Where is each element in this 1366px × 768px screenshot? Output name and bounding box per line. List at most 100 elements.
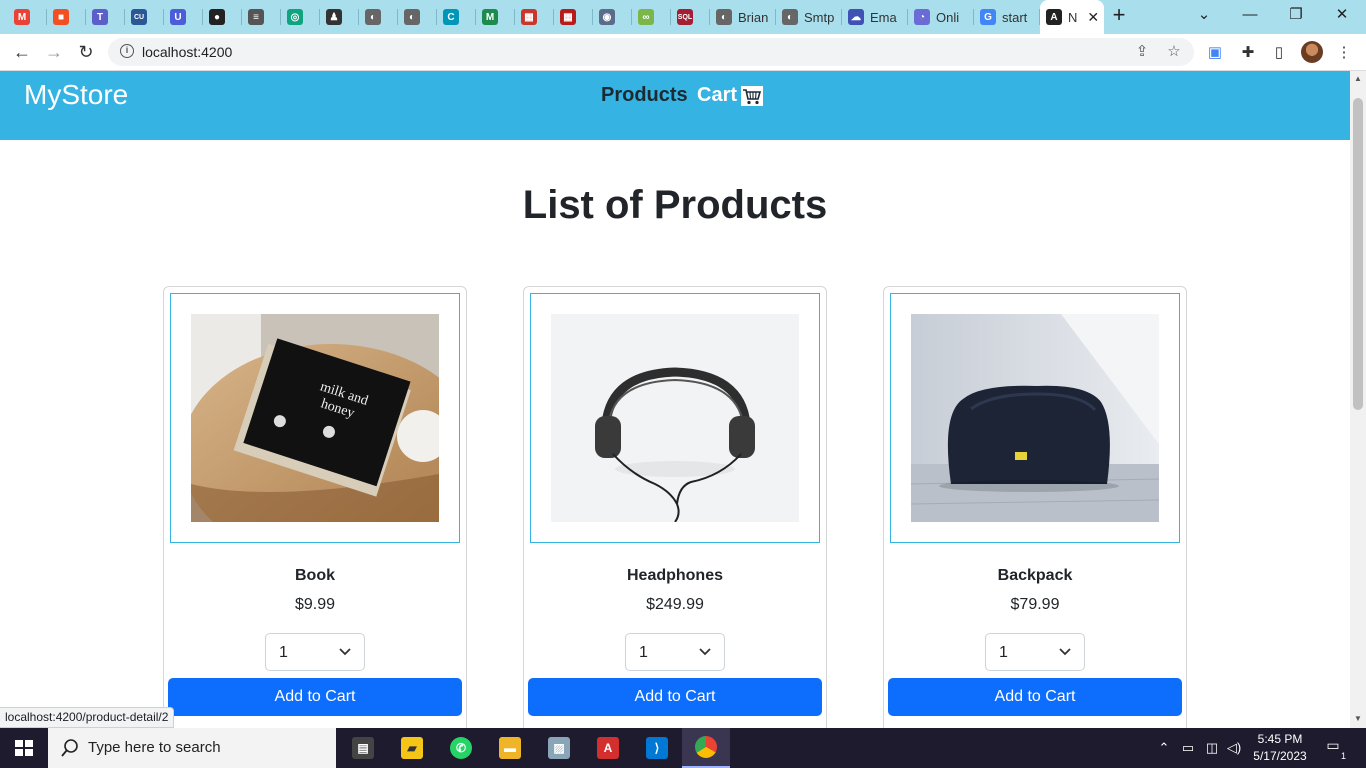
reload-button[interactable]: ↻ [74, 40, 98, 64]
tab-search-chevron-icon[interactable]: ⌄ [1184, 3, 1224, 29]
browser-tab[interactable]: C [437, 4, 476, 30]
close-window-button[interactable]: ✕ [1322, 3, 1362, 29]
browser-tab-title: Ema [870, 9, 897, 25]
product-price: $249.99 [646, 596, 704, 613]
folder-icon: ▬ [499, 737, 521, 759]
scrollbar-thumb[interactable] [1353, 98, 1363, 410]
windows-start-icon[interactable] [0, 728, 48, 768]
network-icon[interactable]: ◫ [1202, 728, 1222, 768]
browser-tab[interactable]: SQL [671, 4, 710, 30]
browser-tab[interactable]: ≡ [242, 4, 281, 30]
browser-tab[interactable]: A N ✕ [1040, 0, 1104, 34]
taskbar-app-vscode[interactable]: ⟩ [633, 728, 681, 768]
browser-tab[interactable]: ◐ [359, 4, 398, 30]
notification-center-icon[interactable]: ▭ 1 [1322, 737, 1346, 761]
site-icon: M [482, 9, 498, 25]
restore-button[interactable]: ❐ [1276, 3, 1316, 29]
browser-tab[interactable]: ◐ Smtp [776, 4, 842, 30]
extensions-puzzle-icon[interactable]: ✚ [1237, 42, 1259, 64]
browser-tab[interactable]: ◔ Onli [908, 4, 974, 30]
battery-icon[interactable]: ▭ [1178, 728, 1198, 768]
browser-tab[interactable]: M [476, 4, 515, 30]
page-scrollbar[interactable]: ▲ ▼ [1350, 71, 1366, 728]
nav-products-link[interactable]: Products [601, 84, 688, 107]
profile-avatar[interactable] [1301, 41, 1323, 63]
brand-logo[interactable]: MyStore [24, 79, 128, 111]
taskbar-app-acrobat[interactable]: A [584, 728, 632, 768]
browser-menu-icon[interactable]: ⋮ [1333, 42, 1355, 64]
bookmark-star-icon[interactable]: ☆ [1164, 42, 1184, 62]
volume-icon[interactable]: ◁) [1224, 728, 1244, 768]
close-tab-icon[interactable]: ✕ [1087, 9, 1099, 26]
browser-tab[interactable]: ☁ Ema [842, 4, 908, 30]
browser-tab[interactable]: ∞ [632, 4, 671, 30]
browser-tab[interactable]: M [8, 4, 47, 30]
product-image-link[interactable] [890, 293, 1180, 543]
taskbar-app-chrome[interactable] [682, 728, 730, 768]
sticky-notes-icon: ▰ [401, 737, 423, 759]
translate-extension-icon[interactable]: ▣ [1204, 42, 1226, 64]
clock-time: 5:45 PM [1257, 732, 1303, 746]
minimize-button[interactable]: — [1230, 3, 1270, 29]
product-name[interactable]: Backpack [884, 567, 1186, 585]
browser-tab[interactable]: ▦ [515, 4, 554, 30]
forward-button[interactable]: → [42, 40, 66, 64]
browser-tab[interactable]: ◎ [281, 4, 320, 30]
browser-tab[interactable]: ◉ [593, 4, 632, 30]
taskbar-app-reader[interactable]: ▤ [339, 728, 387, 768]
add-to-cart-button[interactable]: Add to Cart [888, 678, 1182, 716]
taskbar-search-box[interactable]: Type here to search [48, 728, 336, 768]
new-tab-button[interactable]: + [1108, 4, 1130, 27]
browser-tab[interactable]: CU [125, 4, 164, 30]
product-image-link[interactable] [530, 293, 820, 543]
browser-tab-title: N [1068, 9, 1078, 25]
scroll-down-arrow-icon[interactable]: ▼ [1353, 714, 1363, 723]
add-to-cart-button[interactable]: Add to Cart [168, 678, 462, 716]
browser-tab[interactable]: T [86, 4, 125, 30]
teams-icon: T [92, 9, 108, 25]
share-icon[interactable]: ⇪ [1132, 42, 1152, 62]
quantity-value: 1 [279, 644, 288, 661]
product-card-headphones: Headphones $249.99 1 Add to Cart [523, 286, 827, 728]
taskbar-app-whatsapp[interactable]: ✆ [437, 728, 485, 768]
taskbar-clock[interactable]: 5:45 PM 5/17/2023 [1244, 731, 1316, 765]
quantity-select[interactable]: 1 [265, 633, 365, 671]
product-name[interactable]: Headphones [524, 567, 826, 585]
browser-tab[interactable]: Gstart [974, 4, 1040, 30]
acrobat-icon: A [597, 737, 619, 759]
globe-icon: ◐ [365, 9, 381, 25]
url-text[interactable]: localhost:4200 [142, 44, 232, 60]
taskbar-app-file-explorer[interactable]: ▬ [486, 728, 534, 768]
product-image-link[interactable]: milk and honey [170, 293, 460, 543]
site-icon: ≡ [248, 9, 264, 25]
backpack-photo [911, 314, 1159, 522]
browser-tab[interactable]: ◐ Brian [710, 4, 776, 30]
product-name[interactable]: Book [164, 567, 466, 585]
browser-tab[interactable]: ◐ [398, 4, 437, 30]
angular-icon: A [1046, 9, 1062, 25]
page-viewport: MyStore Products Cart List of Products m… [0, 71, 1350, 728]
vscode-icon: ⟩ [646, 737, 668, 759]
github-icon: ● [209, 9, 225, 25]
nav-cart-link[interactable]: Cart [697, 84, 764, 107]
taskbar-app-sticky-notes[interactable]: ▰ [388, 728, 436, 768]
nav-cart-label: Cart [697, 84, 738, 106]
side-panel-icon[interactable]: ▯ [1268, 42, 1290, 64]
add-to-cart-button[interactable]: Add to Cart [528, 678, 822, 716]
site-header: MyStore Products Cart [0, 71, 1350, 140]
address-bar[interactable]: i localhost:4200 ⇪ ☆ [108, 38, 1194, 66]
browser-tab[interactable]: ♟ [320, 4, 359, 30]
browser-tab[interactable]: ▦ [554, 4, 593, 30]
chevron-down-icon [699, 648, 711, 656]
scroll-up-arrow-icon[interactable]: ▲ [1353, 74, 1363, 83]
browser-tab[interactable]: U [164, 4, 203, 30]
back-button[interactable]: ← [10, 40, 34, 64]
browser-tab[interactable]: ■ [47, 4, 86, 30]
taskbar-app-photos[interactable]: ▨ [535, 728, 583, 768]
site-info-icon[interactable]: i [120, 44, 134, 58]
browser-tab[interactable]: ● [203, 4, 242, 30]
quantity-select[interactable]: 1 [625, 633, 725, 671]
quantity-value: 1 [999, 644, 1008, 661]
quantity-select[interactable]: 1 [985, 633, 1085, 671]
tray-overflow-chevron-icon[interactable]: ⌃ [1154, 728, 1174, 768]
